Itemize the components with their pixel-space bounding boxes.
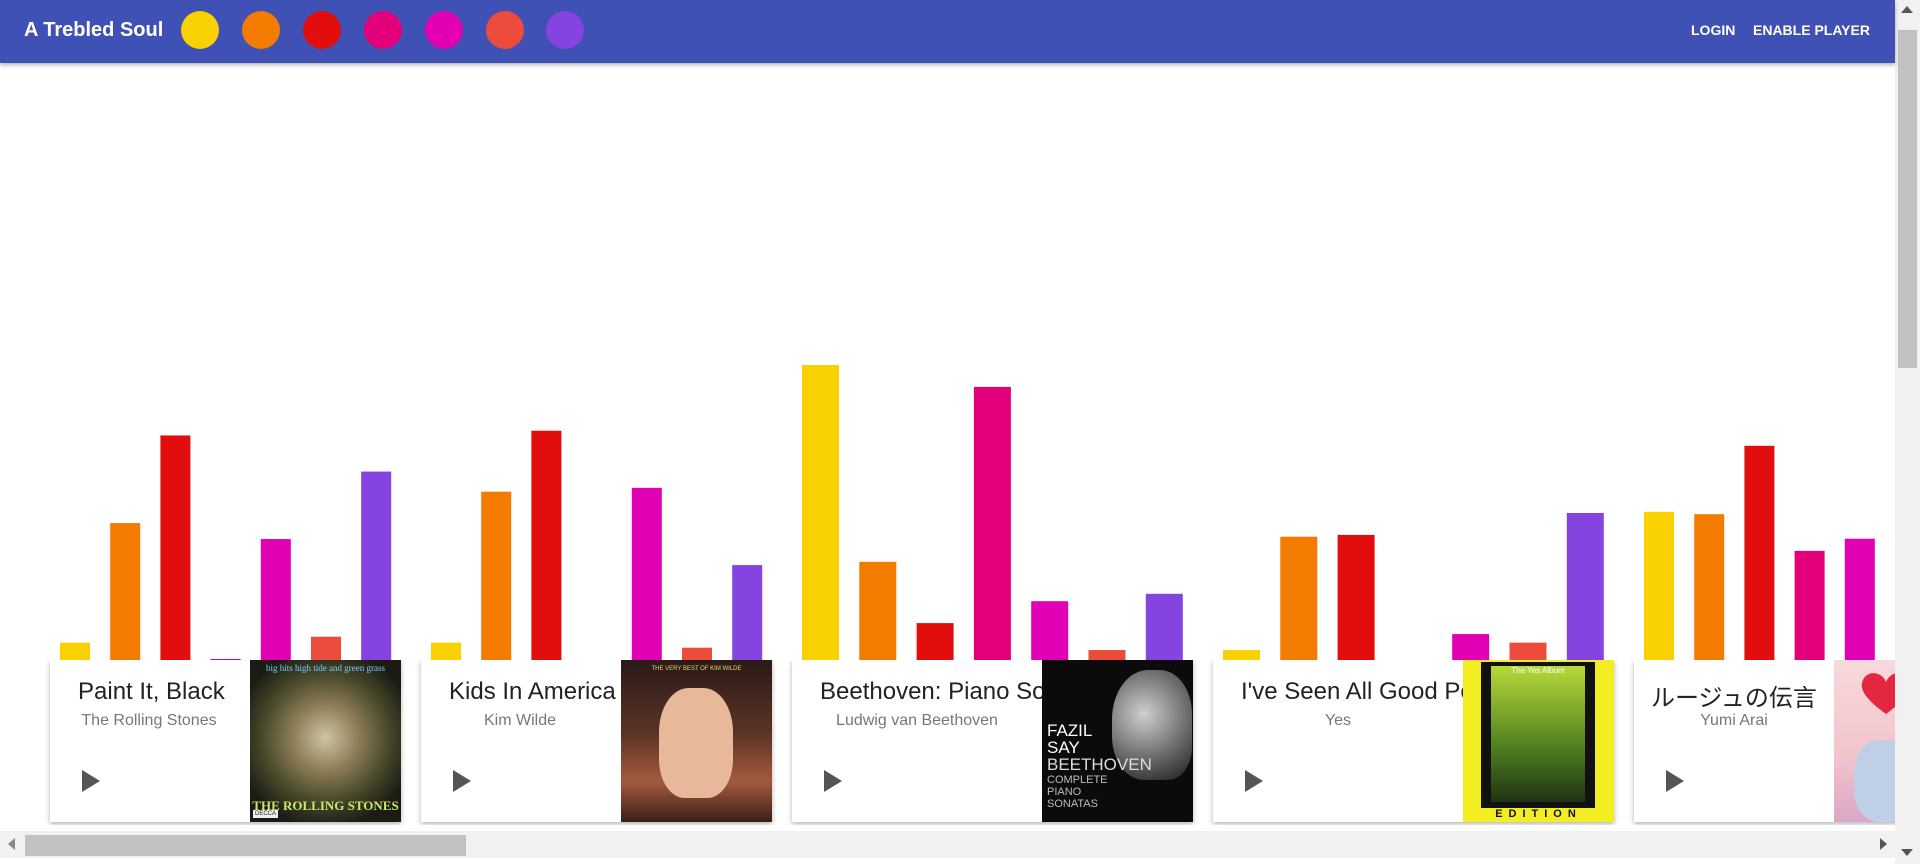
feature-bar	[431, 642, 461, 661]
feature-bar	[802, 365, 839, 661]
audio-features-chart	[0, 63, 1895, 663]
horizontal-scrollbar-thumb[interactable]	[25, 835, 466, 856]
login-button[interactable]: LOGIN	[1691, 22, 1735, 38]
cover-text: COMPLETE	[1047, 774, 1108, 786]
feature-bar	[732, 565, 763, 661]
scroll-right-icon[interactable]	[1880, 838, 1887, 850]
feature-bar	[1566, 513, 1604, 661]
track-card-kids-in-america[interactable]: Kids In America Kim Wilde THE VERY BEST …	[421, 660, 772, 822]
cover-text: The Yes Album	[1511, 666, 1565, 675]
cover-photo	[1854, 740, 1895, 822]
feature-bar	[1031, 601, 1069, 661]
feature-bar	[859, 561, 897, 661]
feature-bar	[973, 386, 1011, 661]
color-swatch-pink[interactable]	[364, 11, 402, 49]
cover-text: SAY	[1047, 738, 1080, 757]
track-artist: The Rolling Stones	[81, 712, 217, 729]
play-icon[interactable]	[1662, 768, 1688, 794]
play-icon[interactable]	[449, 768, 475, 794]
cover-text: PIANO	[1047, 786, 1082, 798]
cover-text: THE VERY BEST OF KIM WILDE	[651, 666, 742, 672]
feature-bar	[1145, 593, 1183, 661]
track-title: Paint It, Black	[78, 678, 225, 705]
feature-bar	[1644, 511, 1674, 661]
color-swatch-yellow[interactable]	[181, 11, 219, 49]
cover-photo	[1491, 666, 1585, 802]
cover-photo	[659, 688, 733, 798]
play-icon[interactable]	[820, 768, 846, 794]
scroll-up-icon[interactable]	[1901, 6, 1913, 13]
track-artist: Ludwig van Beethoven	[836, 712, 998, 729]
feature-bar	[260, 539, 291, 661]
cover-text: FAZIL	[1047, 721, 1093, 740]
color-swatch-orange[interactable]	[242, 11, 280, 49]
feature-bar	[1794, 550, 1825, 661]
track-card-row: Paint It, Black The Rolling Stones big h…	[0, 660, 1895, 825]
color-swatch-purple[interactable]	[546, 11, 584, 49]
play-icon[interactable]	[1241, 768, 1267, 794]
track-title: Kids In America	[449, 678, 616, 705]
cover-text: BEETHOVEN	[1047, 755, 1152, 774]
enable-player-button[interactable]: ENABLE PLAYER	[1753, 22, 1870, 38]
track-title: I've Seen All Good Peo	[1241, 678, 1488, 705]
feature-bar	[1694, 514, 1725, 661]
track-artist: Yes	[1324, 712, 1352, 729]
color-swatch-red[interactable]	[303, 11, 341, 49]
chart-svg	[60, 365, 1875, 661]
track-artist: Kim Wilde	[483, 712, 556, 729]
feature-bar	[481, 491, 512, 661]
feature-bar	[311, 636, 341, 661]
album-cover-rolling-stones: big hits high tide and green grass THE R…	[250, 660, 401, 822]
scroll-down-icon[interactable]	[1901, 849, 1913, 856]
feature-bar	[60, 642, 90, 661]
feature-bar	[1744, 445, 1775, 661]
vertical-scrollbar-thumb[interactable]	[1898, 30, 1917, 368]
track-title: Beethoven: Piano Son	[820, 678, 1059, 705]
track-title: ルージュの伝言	[1651, 685, 1817, 712]
feature-bar	[110, 523, 141, 661]
track-card-paint-it-black[interactable]: Paint It, Black The Rolling Stones big h…	[50, 660, 401, 822]
album-cover-yes-album: The Yes Album EDITION	[1463, 660, 1614, 822]
heart-icon	[1861, 673, 1895, 714]
record-label-logo: DECCA	[253, 810, 279, 818]
album-cover-fazil-say: FAZIL SAY BEETHOVEN COMPLETE PIANO SONAT…	[1042, 660, 1193, 822]
feature-bar	[361, 471, 392, 661]
album-cover-kim-wilde: THE VERY BEST OF KIM WILDE	[621, 660, 772, 822]
color-swatch-coral[interactable]	[486, 11, 524, 49]
feature-bar	[1337, 534, 1375, 661]
app-title: A Trebled Soul	[24, 19, 164, 41]
feature-bar	[916, 623, 954, 661]
feature-bar	[682, 647, 712, 661]
feature-bar	[1280, 536, 1318, 661]
scroll-left-icon[interactable]	[8, 838, 15, 850]
track-artist: Yumi Arai	[1700, 712, 1768, 729]
feature-bar	[1844, 538, 1875, 661]
feature-bar	[631, 487, 662, 661]
feature-bar	[160, 435, 191, 661]
track-card-rouge-no-dengon[interactable]: ルージュの伝言 Yumi Arai	[1634, 660, 1895, 822]
track-card-yes[interactable]: I've Seen All Good Peo Yes The Yes Album…	[1213, 660, 1614, 822]
feature-bar	[1452, 634, 1490, 661]
cover-text: big hits high tide and green grass	[266, 663, 385, 673]
feature-bar	[1509, 642, 1547, 661]
album-cover-yumi-arai	[1834, 660, 1895, 822]
app-bar: A Trebled Soul LOGIN ENABLE PLAYER	[0, 0, 1895, 63]
color-swatch-magenta[interactable]	[425, 11, 463, 49]
feature-bar	[531, 430, 562, 661]
cover-text: SONATAS	[1047, 798, 1098, 810]
cover-text: EDITION	[1495, 808, 1582, 820]
track-card-beethoven[interactable]: Beethoven: Piano Son Ludwig van Beethove…	[792, 660, 1193, 822]
play-icon[interactable]	[78, 768, 104, 794]
